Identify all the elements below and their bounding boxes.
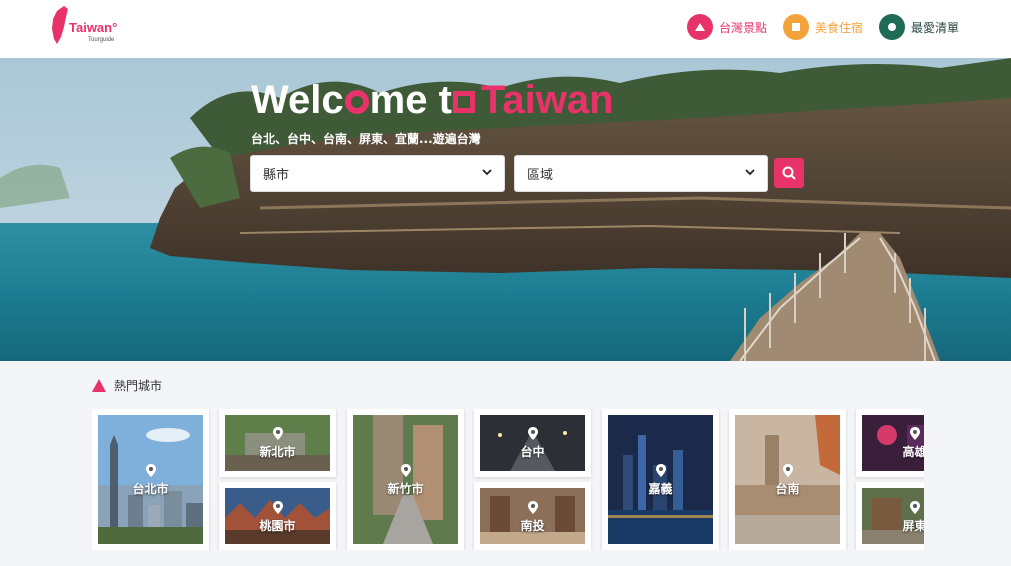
city-name: 新竹市 — [387, 482, 424, 496]
nav-food-lodging[interactable]: 美食住宿 — [783, 12, 863, 42]
city-name: 新北市 — [259, 445, 296, 459]
hero-title: Welc me t Taiwan — [251, 78, 614, 123]
city-card-pingtung[interactable]: 屏東 — [856, 482, 924, 550]
logo-text: Taiwan° — [69, 20, 118, 35]
chevron-down-icon — [482, 168, 492, 179]
square-icon — [783, 14, 809, 40]
triangle-icon — [92, 379, 106, 392]
city-card-hsinchu[interactable]: 新竹市 — [347, 409, 464, 550]
city-name: 台北市 — [132, 482, 169, 496]
city-name: 嘉義 — [648, 482, 673, 496]
city-card-taipei[interactable]: 台北市 — [92, 409, 209, 550]
search-icon — [782, 166, 796, 180]
taiwan-map-icon — [52, 6, 68, 44]
nantou-photo — [480, 488, 585, 544]
search-button[interactable] — [774, 158, 804, 188]
city-name: 高雄 — [902, 445, 924, 459]
nav-food-lodging-label: 美食住宿 — [815, 20, 864, 35]
city-card-taoyuan[interactable]: 桃園市 — [219, 482, 336, 550]
location-pin-icon — [655, 464, 666, 477]
city-card-chiayi[interactable]: 嘉義 — [602, 409, 719, 550]
popular-cities-heading: 熱門城市 — [92, 377, 162, 394]
hero-title-white-2: me t — [369, 78, 452, 122]
location-pin-icon — [909, 427, 920, 440]
area-select[interactable]: 區域 — [514, 155, 768, 192]
ring-o-icon — [344, 90, 369, 115]
city-name: 南投 — [520, 519, 545, 533]
city-name: 台南 — [775, 482, 800, 496]
square-o-icon — [452, 91, 475, 114]
logo-subtitle: Tourguide — [88, 37, 115, 43]
location-pin-icon — [782, 464, 793, 477]
city-name: 台中 — [520, 445, 545, 459]
location-pin-icon — [527, 501, 538, 514]
pingtung-photo — [862, 488, 924, 544]
location-pin-icon — [400, 464, 411, 477]
location-pin-icon — [272, 501, 283, 514]
popular-cities-carousel: 台北市 新北市 桃園市 新竹市 台中 南投 嘉義 台南 高雄 屏東 — [92, 409, 924, 550]
nav-favorites-label: 最愛清單 — [911, 20, 960, 35]
city-name: 桃園市 — [259, 519, 296, 533]
chevron-down-icon — [745, 168, 755, 179]
taoyuan-photo — [225, 488, 330, 544]
location-pin-icon — [272, 427, 283, 440]
nav-attractions-label: 台灣景點 — [719, 20, 768, 35]
hero-title-white-1: Welc — [251, 78, 344, 122]
city-select-value: 縣市 — [263, 168, 290, 183]
triangle-icon — [687, 14, 713, 40]
popular-cities-title: 熱門城市 — [114, 379, 163, 393]
city-card-new-taipei[interactable]: 新北市 — [219, 409, 336, 477]
circle-icon — [879, 14, 905, 40]
hero-subtitle: 台北、台中、台南、屏東、宜蘭...遊遍台灣 — [251, 132, 481, 146]
city-card-nantou[interactable]: 南投 — [474, 482, 591, 550]
area-select-value: 區域 — [527, 168, 554, 183]
nav-attractions[interactable]: 台灣景點 — [687, 12, 767, 42]
hero-banner: Welc me t Taiwan 台北、台中、台南、屏東、宜蘭...遊遍台灣 縣市 … — [0, 58, 1011, 361]
hero-title-pink: Taiwan — [480, 78, 614, 122]
location-pin-icon — [527, 427, 538, 440]
city-card-kaohsiung[interactable]: 高雄 — [856, 409, 924, 477]
top-navbar: Taiwan° Tourguide 台灣景點 美食住宿 最愛清單 — [0, 0, 1011, 58]
location-pin-icon — [145, 464, 156, 477]
city-card-taichung[interactable]: 台中 — [474, 409, 591, 477]
city-card-tainan[interactable]: 台南 — [729, 409, 846, 550]
nav-favorites[interactable]: 最愛清單 — [879, 12, 959, 42]
city-select[interactable]: 縣市 — [250, 155, 505, 192]
site-logo[interactable]: Taiwan° Tourguide — [48, 5, 128, 49]
location-pin-icon — [909, 501, 920, 514]
city-name: 屏東 — [902, 519, 924, 533]
